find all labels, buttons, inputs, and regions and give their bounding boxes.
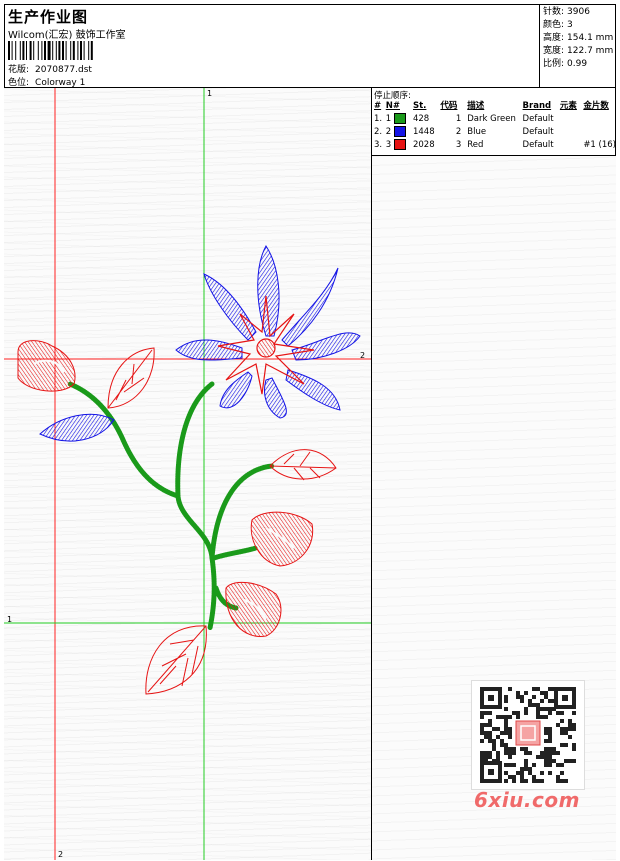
table-row[interactable]: 2. 2 1448 2 Blue Default — [372, 126, 616, 139]
col-header: St. — [412, 101, 427, 111]
table-header-row: # N# St. 代码 描述 Brand 元素 金片数 — [372, 100, 616, 113]
stat-width: 宽度: 122.7 mm — [543, 46, 614, 56]
col-header: # — [374, 101, 382, 111]
embroidery-canvas: 1 2 1 2 — [4, 88, 371, 860]
stop-sequence-panel: 停止顺序: # N# St. 代码 描述 Brand 元素 金片数 1. 1 4… — [372, 88, 616, 156]
sheet-header: 生产作业图 Wilcom(汇宏) 鼓饰工作室 花版: 2070877.dst 色位… — [4, 4, 616, 88]
pattern-row: 花版: 2070877.dst — [8, 62, 92, 75]
pattern-label: 花版: — [8, 65, 30, 75]
barcode — [8, 41, 93, 60]
qr-code — [471, 680, 585, 790]
pattern-value: 2070877.dst — [35, 65, 92, 75]
watermark-logo: 6xiu.com — [474, 788, 580, 812]
blue-flower — [39, 245, 361, 442]
production-sheet: 生产作业图 Wilcom(汇宏) 鼓饰工作室 花版: 2070877.dst 色位… — [0, 0, 620, 861]
sheet-subtitle: Wilcom(汇宏) 鼓饰工作室 — [8, 30, 126, 41]
stat-stitches: 针数: 3906 — [543, 7, 590, 17]
color-swatch-red — [393, 139, 406, 150]
col-header: 描述 — [467, 101, 485, 111]
guide-label-h-green: 1 — [7, 615, 12, 624]
colorway-label: 色位: — [8, 78, 30, 88]
guide-label-v-red: 2 — [58, 850, 63, 859]
col-header: Brand — [522, 101, 552, 111]
col-header: N# — [385, 101, 400, 111]
color-swatch-green — [393, 113, 406, 124]
sheet-title: 生产作业图 — [8, 8, 89, 26]
colorway-row: 色位: Colorway 1 — [8, 75, 85, 88]
stat-colors: 颜色: 3 — [543, 20, 573, 30]
color-swatch-blue — [393, 126, 406, 137]
col-header: 元素 — [559, 101, 577, 111]
stats-panel: 针数: 3906 颜色: 3 高度: 154.1 mm 宽度: 122.7 mm 比例:… — [539, 4, 616, 88]
stat-scale: 比例: 0.99 — [543, 59, 588, 69]
design-preview[interactable]: 1 2 1 2 — [4, 88, 372, 860]
guide-label-h-red: 2 — [360, 351, 365, 360]
table-row[interactable]: 3. 3 2028 3 Red Default #1 (16) — [372, 139, 616, 152]
col-header: 金片数 — [583, 101, 609, 111]
col-header: 代码 — [440, 101, 458, 111]
table-row[interactable]: 1. 1 428 1 Dark Green Default — [372, 113, 616, 126]
colorway-value: Colorway 1 — [35, 78, 86, 88]
stat-height: 高度: 154.1 mm — [543, 33, 614, 43]
guide-label-v-green: 1 — [207, 89, 212, 98]
stop-sequence-table: # N# St. 代码 描述 Brand 元素 金片数 1. 1 428 1 D… — [372, 100, 616, 152]
